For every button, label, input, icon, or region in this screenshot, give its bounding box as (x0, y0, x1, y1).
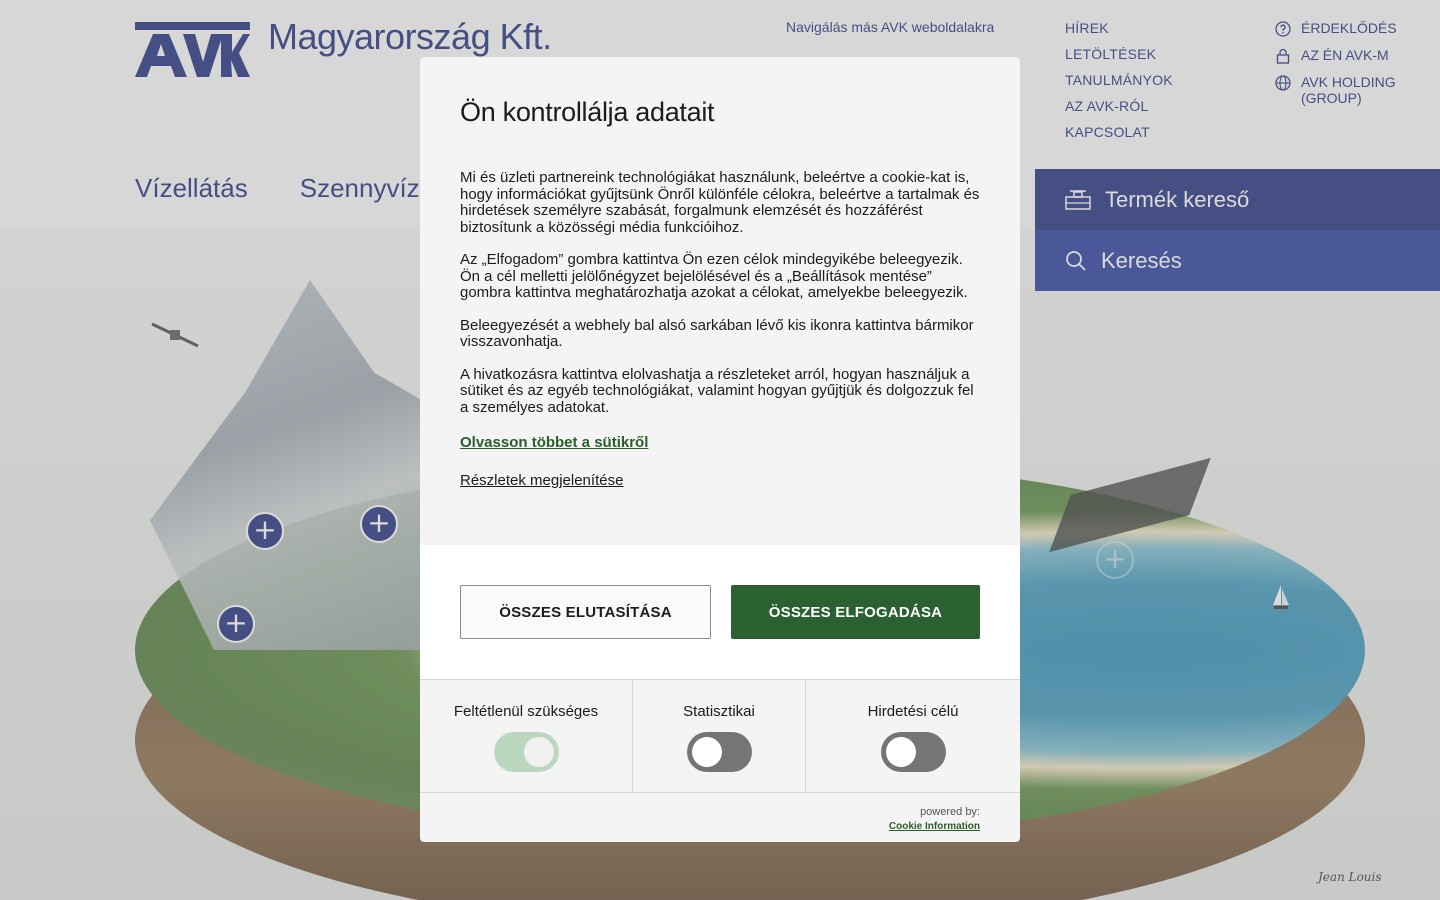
category-marketing: Hirdetési célú (806, 680, 1020, 792)
category-statistics: Statisztikai (633, 680, 806, 792)
marketing-toggle[interactable] (880, 732, 946, 772)
consent-paragraph: Az „Elfogadom” gombra kattintva Ön ezen … (460, 251, 968, 301)
read-more-cookies-link[interactable]: Olvasson többet a sütikről (460, 434, 648, 451)
dialog-text: Mi és üzleti partnereink technológiákat … (460, 169, 980, 416)
consent-paragraph: Mi és üzleti partnereink technológiákat … (460, 169, 980, 236)
consent-paragraph: A hivatkozásra kattintva elolvashatja a … (460, 365, 974, 416)
powered-by: powered by: Cookie Information (888, 806, 980, 832)
consent-paragraph: Beleegyezését a webhely bal alsó sarkába… (460, 316, 974, 350)
show-details-link[interactable]: Részletek megjelenítése (460, 472, 980, 489)
consent-buttons: ÖSSZES ELUTASÍTÁSA ÖSSZES ELFOGADÁSA (420, 545, 1020, 679)
reject-all-button[interactable]: ÖSSZES ELUTASÍTÁSA (460, 585, 711, 639)
dialog-title: Ön kontrollálja adatait (460, 97, 715, 127)
accept-all-button[interactable]: ÖSSZES ELFOGADÁSA (731, 585, 980, 639)
category-necessary: Feltétlenül szükséges (420, 680, 633, 792)
consent-categories: Feltétlenül szükséges Statisztikai Hirde… (420, 679, 1020, 793)
cookie-information-link[interactable]: Cookie Information (889, 821, 980, 832)
statistics-toggle[interactable] (686, 732, 752, 772)
cookie-consent-dialog: Ön kontrollálja adatait Mi és üzleti par… (420, 57, 1020, 842)
necessary-toggle[interactable] (493, 732, 559, 772)
